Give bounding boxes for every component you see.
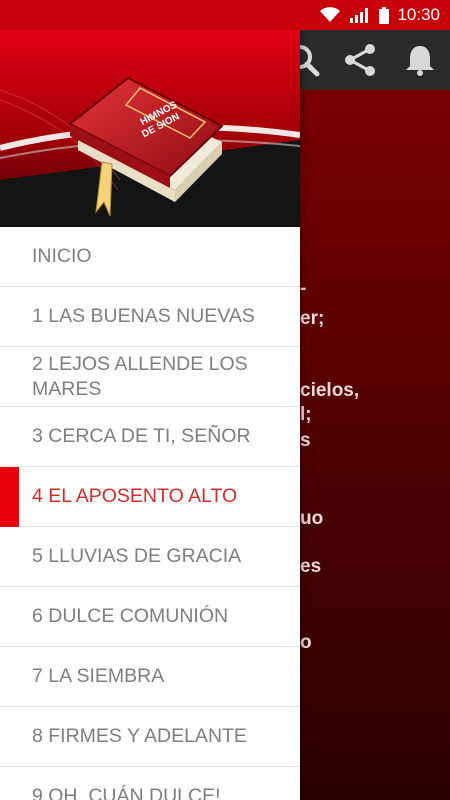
menu-item-label: 4 EL APOSENTO ALTO <box>32 485 238 507</box>
notifications-icon[interactable] <box>402 42 438 78</box>
menu-item-label: 5 LLUVIAS DE GRACIA <box>32 545 242 567</box>
menu-item-hymn-5[interactable]: 5 LLUVIAS DE GRACIA <box>0 527 300 587</box>
share-icon[interactable] <box>342 42 378 78</box>
menu-item-hymn-6[interactable]: 6 DULCE COMUNIÓN <box>0 587 300 647</box>
hymn-text-line: l; <box>300 404 312 425</box>
menu-item-label: 2 LEJOS ALLENDE LOS MARES <box>32 352 248 400</box>
hymn-text-line: - <box>300 278 307 299</box>
menu-item-label: 7 LA SIEMBRA <box>32 665 165 687</box>
active-indicator <box>0 467 19 527</box>
menu-item-hymn-4[interactable]: 4 EL APOSENTO ALTO <box>0 467 300 527</box>
drawer-menu: INICIO 1 LAS BUENAS NUEVAS 2 LEJOS ALLEN… <box>0 227 300 800</box>
drawer-header: HIMNOS DE SION <box>0 30 300 227</box>
navigation-drawer: HIMNOS DE SION INICIO 1 LAS BUENAS NUEVA… <box>0 30 300 800</box>
hymn-text-line: uo <box>300 508 324 529</box>
menu-item-label: 3 CERCA DE TI, SEÑOR <box>32 425 251 447</box>
menu-item-label: 6 DULCE COMUNIÓN <box>32 605 229 627</box>
hymn-text-line: o <box>300 632 312 653</box>
menu-item-label: 8 FIRMES Y ADELANTE <box>32 725 247 747</box>
battery-icon <box>379 6 390 24</box>
menu-item-inicio[interactable]: INICIO <box>0 227 300 287</box>
hymn-text-line: er; <box>300 308 325 329</box>
hymnbook-logo: HIMNOS DE SION <box>0 30 300 227</box>
status-bar: 10:30 <box>0 0 450 30</box>
signal-icon <box>350 8 369 23</box>
wifi-icon <box>320 7 341 22</box>
menu-item-label: INICIO <box>32 245 92 267</box>
menu-item-hymn-9[interactable]: 9 OH, CUÁN DULCE! <box>0 767 300 800</box>
menu-item-hymn-1[interactable]: 1 LAS BUENAS NUEVAS <box>0 287 300 347</box>
menu-item-label: 9 OH, CUÁN DULCE! <box>32 785 221 800</box>
hymn-text-line: cielos, <box>300 380 360 401</box>
menu-item-hymn-2[interactable]: 2 LEJOS ALLENDE LOS MARES <box>0 347 300 407</box>
menu-item-hymn-3[interactable]: 3 CERCA DE TI, SEÑOR <box>0 407 300 467</box>
menu-item-hymn-8[interactable]: 8 FIRMES Y ADELANTE <box>0 707 300 767</box>
menu-item-label: 1 LAS BUENAS NUEVAS <box>32 305 255 327</box>
hymn-text-line: s <box>300 430 311 451</box>
status-time: 10:30 <box>397 5 440 24</box>
menu-item-hymn-7[interactable]: 7 LA SIEMBRA <box>0 647 300 707</box>
hymn-text-line: es <box>300 556 322 577</box>
